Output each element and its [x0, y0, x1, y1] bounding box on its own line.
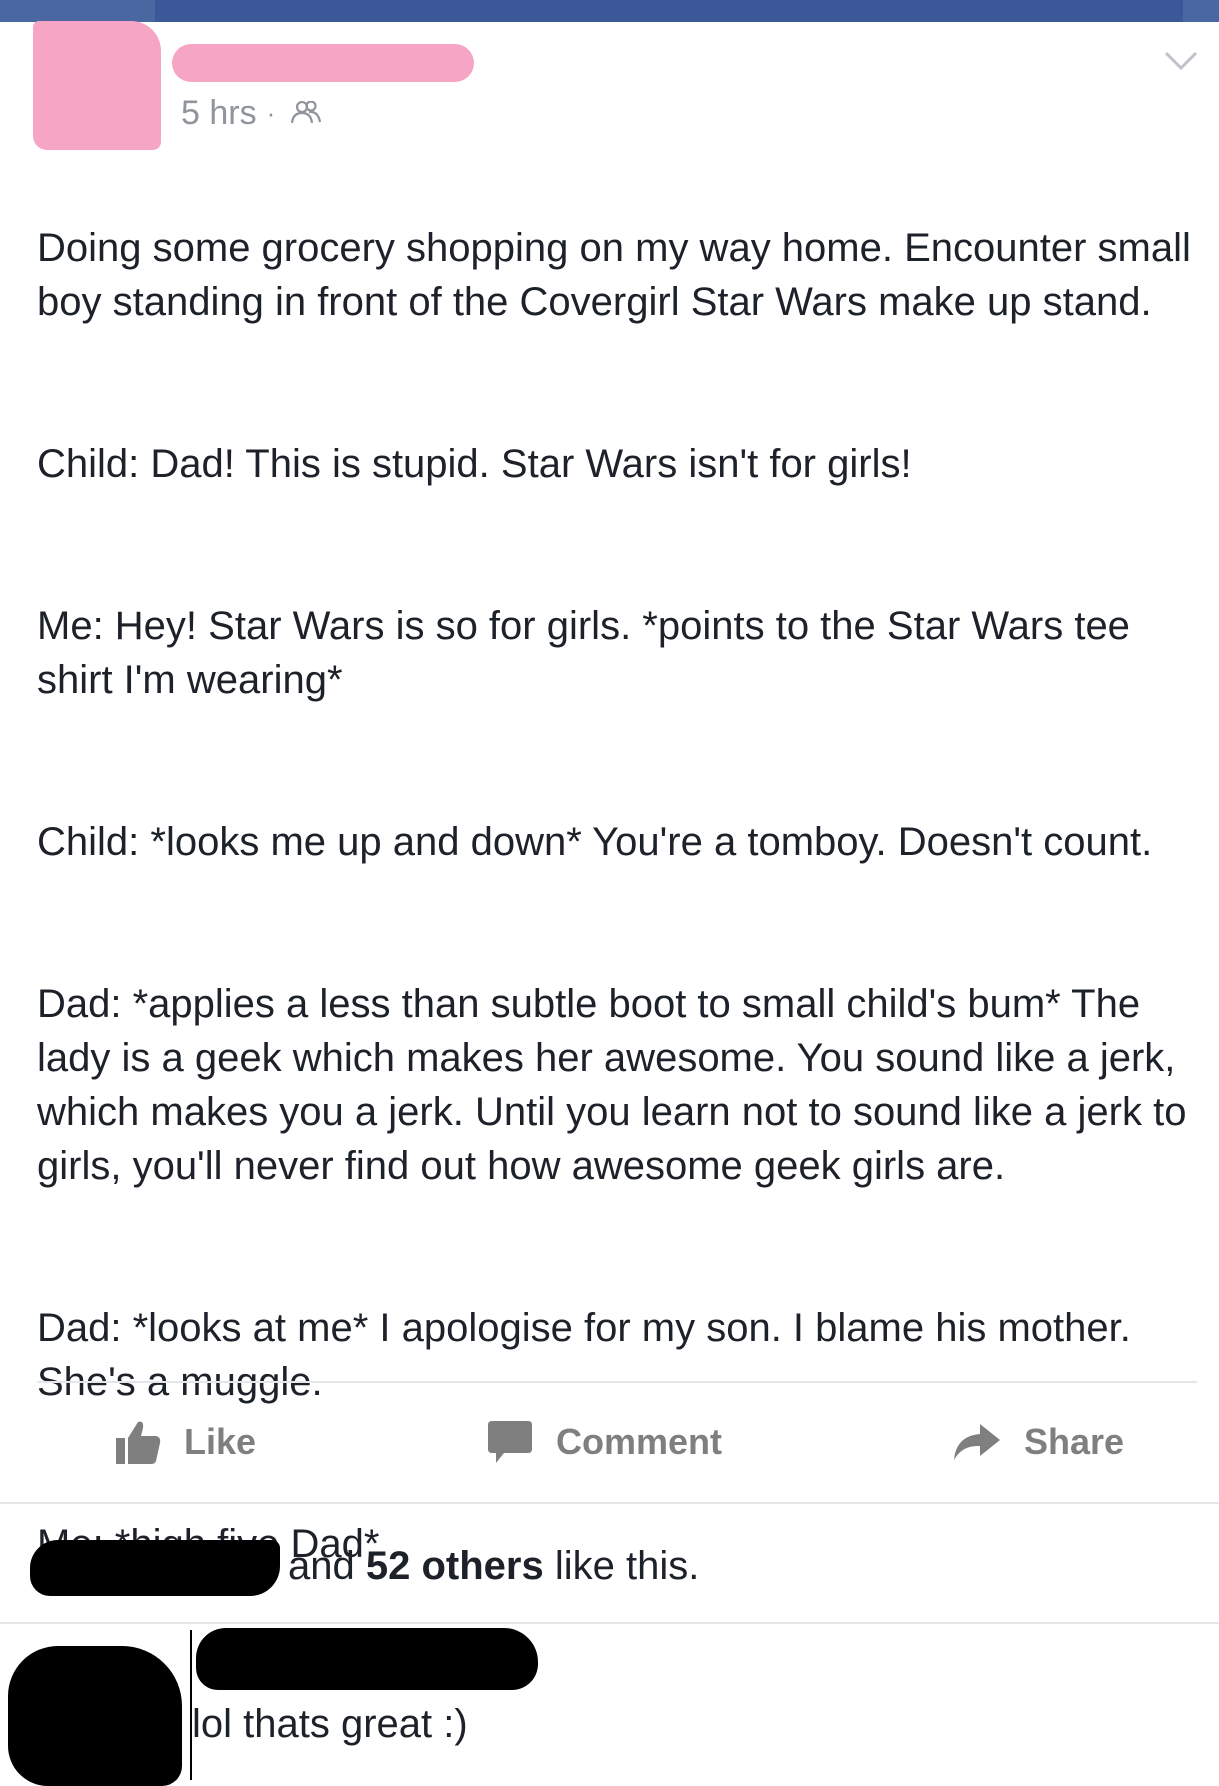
commenter-avatar-redacted[interactable]	[8, 1646, 182, 1786]
share-label: Share	[1024, 1421, 1125, 1462]
liker-name-redacted[interactable]	[30, 1540, 280, 1596]
post-paragraph: Child: Dad! This is stupid. Star Wars is…	[37, 442, 912, 486]
author-name-redacted[interactable]	[172, 44, 474, 82]
likes-suffix: like this.	[543, 1544, 700, 1588]
like-label: Like	[184, 1421, 257, 1462]
meta-separator: ·	[266, 97, 276, 128]
commenter-name-redacted[interactable]	[196, 1628, 538, 1690]
post-timestamp[interactable]: 5 hrs	[181, 94, 257, 133]
comment-button[interactable]: Comment	[486, 1412, 722, 1472]
post-paragraph: Doing some grocery shopping on my way ho…	[37, 226, 1191, 324]
share-button[interactable]: Share	[952, 1412, 1124, 1472]
comment-icon	[488, 1421, 532, 1463]
chevron-down-icon[interactable]	[1163, 47, 1199, 75]
author-avatar-redacted[interactable]	[33, 21, 161, 150]
likes-count[interactable]: 52 others	[366, 1544, 544, 1588]
thumbs-up-icon	[116, 1421, 161, 1464]
post-paragraph: Child: *looks me up and down* You're a t…	[37, 820, 1153, 864]
share-arrow-icon	[954, 1424, 1000, 1460]
friends-icon[interactable]	[291, 101, 322, 125]
top-navigation-bar	[0, 0, 1219, 22]
likes-prefix: and	[288, 1544, 366, 1588]
comment-label: Comment	[556, 1421, 723, 1462]
top-navigation-bar-inner	[155, 0, 1183, 22]
post-meta: 5 hrs ·	[181, 92, 322, 134]
like-button[interactable]: Like	[114, 1412, 256, 1472]
post-paragraph: Me: Hey! Star Wars is so for girls. *poi…	[37, 604, 1130, 702]
divider	[0, 1502, 1219, 1504]
post-paragraph: Dad: *applies a less than subtle boot to…	[37, 982, 1187, 1188]
comment-text: lol thats great :)	[192, 1702, 468, 1746]
post-action-bar: Like Comment Share	[0, 1382, 1219, 1502]
likes-text: and 52 others like this.	[288, 1544, 699, 1589]
divider	[0, 1622, 1219, 1624]
likes-summary[interactable]: and 52 others like this.	[0, 1510, 1219, 1620]
